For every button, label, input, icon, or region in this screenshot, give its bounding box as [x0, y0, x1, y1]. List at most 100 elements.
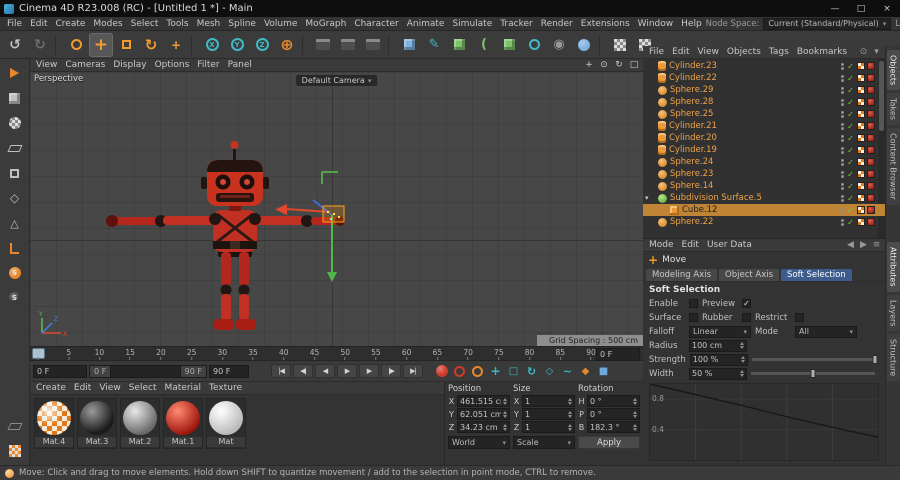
texture-tag-red[interactable]: [867, 110, 875, 118]
editor-visibility-dot[interactable]: [841, 195, 844, 198]
scale-dropdown[interactable]: Scale▾: [513, 436, 575, 449]
last-tool-button[interactable]: +: [164, 33, 188, 57]
texture-tag-checker[interactable]: [857, 86, 865, 94]
coord-input-size-y[interactable]: 1: [522, 408, 575, 420]
enabled-check-icon[interactable]: ✓: [846, 110, 855, 119]
keyframe-selection-button[interactable]: [469, 363, 486, 379]
texture-tag-red[interactable]: [867, 182, 875, 190]
texture-tag-checker[interactable]: [857, 122, 865, 130]
texture-tag-red[interactable]: [867, 62, 875, 70]
coord-input-size-z[interactable]: 1: [522, 421, 575, 433]
enabled-check-icon[interactable]: ✓: [846, 86, 855, 95]
object-menu-file[interactable]: File: [645, 47, 668, 57]
timeline-tick-5[interactable]: 5: [66, 348, 71, 360]
object-menu-view[interactable]: View: [694, 47, 723, 57]
history-forward-icon[interactable]: ▶: [857, 239, 870, 251]
falloff-curve-panel[interactable]: 0.80.4: [649, 383, 879, 461]
record-rotation-button[interactable]: ↻: [523, 363, 540, 379]
object-row-cylinder-23[interactable]: Cylinder.23✓: [643, 60, 885, 72]
render-visibility-dot[interactable]: [841, 79, 844, 82]
timeline-tick-50[interactable]: 50: [340, 348, 350, 360]
editor-visibility-dot[interactable]: [841, 135, 844, 138]
texture-tag-red[interactable]: [867, 206, 875, 214]
timeline-tick-75[interactable]: 75: [494, 348, 504, 360]
robot-character[interactable]: [30, 72, 643, 346]
spinner-arrows[interactable]: [738, 342, 744, 349]
render-visibility-dot[interactable]: [841, 127, 844, 130]
add-spline-button[interactable]: ✎: [422, 33, 446, 57]
render-visibility-dot[interactable]: [841, 139, 844, 142]
toggle-views-icon[interactable]: □: [627, 59, 641, 71]
timeline-tick-40[interactable]: 40: [279, 348, 289, 360]
spinner-arrows[interactable]: [631, 398, 637, 405]
apply-button[interactable]: Apply: [578, 436, 640, 449]
mode-dropdown[interactable]: All▾: [795, 326, 857, 338]
add-bend-deformer-button[interactable]: (: [472, 33, 496, 57]
render-picture-viewer-button[interactable]: [336, 33, 360, 57]
restrict-checkbox[interactable]: [795, 313, 804, 322]
width-slider[interactable]: [751, 372, 875, 375]
polygons-mode-button[interactable]: △: [4, 212, 26, 234]
object-row-cylinder-22[interactable]: Cylinder.22✓: [643, 72, 885, 84]
strength-slider[interactable]: [752, 358, 875, 361]
editor-visibility-dot[interactable]: [841, 171, 844, 174]
timeline-tick-55[interactable]: 55: [371, 348, 381, 360]
texture-tag-red[interactable]: [867, 74, 875, 82]
timeline-tick-15[interactable]: 15: [125, 348, 135, 360]
panel-tab-objects[interactable]: Objects: [887, 50, 900, 90]
record-scale-button[interactable]: □: [505, 363, 522, 379]
editor-visibility-dot[interactable]: [841, 147, 844, 150]
enabled-check-icon[interactable]: ✓: [846, 170, 855, 179]
attribute-menu-mode[interactable]: Mode: [645, 240, 678, 250]
editor-visibility-dot[interactable]: [841, 63, 844, 66]
strength-input[interactable]: 100 %: [690, 354, 748, 366]
visibility-toggles[interactable]: [841, 99, 844, 106]
timeline-mode-button[interactable]: ■: [595, 363, 612, 379]
material-mat-4[interactable]: Mat.4: [34, 398, 74, 449]
add-instance-button[interactable]: [497, 33, 521, 57]
view-label[interactable]: Perspective: [34, 74, 83, 84]
viewport-menu-options[interactable]: Options: [151, 60, 194, 70]
texture-mode-button[interactable]: [4, 112, 26, 134]
editor-visibility-dot[interactable]: [841, 207, 844, 210]
object-row-sphere-14[interactable]: Sphere.14✓: [643, 180, 885, 192]
material-mat[interactable]: Mat: [206, 398, 246, 449]
attribute-menu-edit[interactable]: Edit: [678, 240, 703, 250]
menu-mograph[interactable]: MoGraph: [301, 19, 350, 29]
record-pla-button[interactable]: ~: [559, 363, 576, 379]
texture-tag-red[interactable]: [867, 218, 875, 226]
preview-range-slider[interactable]: 0 F 90 F: [89, 365, 207, 378]
texture-tag-checker[interactable]: [857, 170, 865, 178]
rubber-checkbox[interactable]: [742, 313, 751, 322]
move-button[interactable]: +: [89, 33, 113, 57]
editor-visibility-dot[interactable]: [841, 159, 844, 162]
spinner-arrows[interactable]: [631, 424, 637, 431]
object-row-sphere-22[interactable]: Sphere.22✓: [643, 216, 885, 228]
enabled-check-icon[interactable]: ✓: [846, 62, 855, 71]
object-row-sphere-23[interactable]: Sphere.23✓: [643, 168, 885, 180]
material-mat-2[interactable]: Mat.2: [120, 398, 160, 449]
maximize-button[interactable]: □: [848, 0, 874, 17]
texture-tag-red[interactable]: [867, 170, 875, 178]
render-visibility-dot[interactable]: [841, 223, 844, 226]
visibility-toggles[interactable]: [841, 135, 844, 142]
edges-mode-button[interactable]: ◇: [4, 187, 26, 209]
add-cube-button[interactable]: [397, 33, 421, 57]
timeline-tick-65[interactable]: 65: [433, 348, 443, 360]
texture-tag-checker[interactable]: [857, 218, 865, 226]
visibility-toggles[interactable]: [841, 63, 844, 70]
expander-icon[interactable]: ▾: [645, 194, 649, 202]
record-parameter-button[interactable]: ◇: [541, 363, 558, 379]
tab-modeling-axis[interactable]: Modeling Axis: [646, 269, 717, 281]
viewport-menu-view[interactable]: View: [32, 60, 61, 70]
play-button[interactable]: ▶: [337, 364, 357, 378]
render-visibility-dot[interactable]: [841, 103, 844, 106]
tab-object-axis[interactable]: Object Axis: [719, 269, 779, 281]
filter-icon[interactable]: ▾: [870, 46, 883, 58]
visibility-toggles[interactable]: [841, 207, 844, 214]
texture-view-button[interactable]: [4, 440, 26, 462]
object-row-sphere-29[interactable]: Sphere.29✓: [643, 84, 885, 96]
render-visibility-dot[interactable]: [841, 187, 844, 190]
goto-prev-key-button[interactable]: ◀|: [293, 364, 313, 378]
timeline-tick-10[interactable]: 10: [95, 348, 105, 360]
